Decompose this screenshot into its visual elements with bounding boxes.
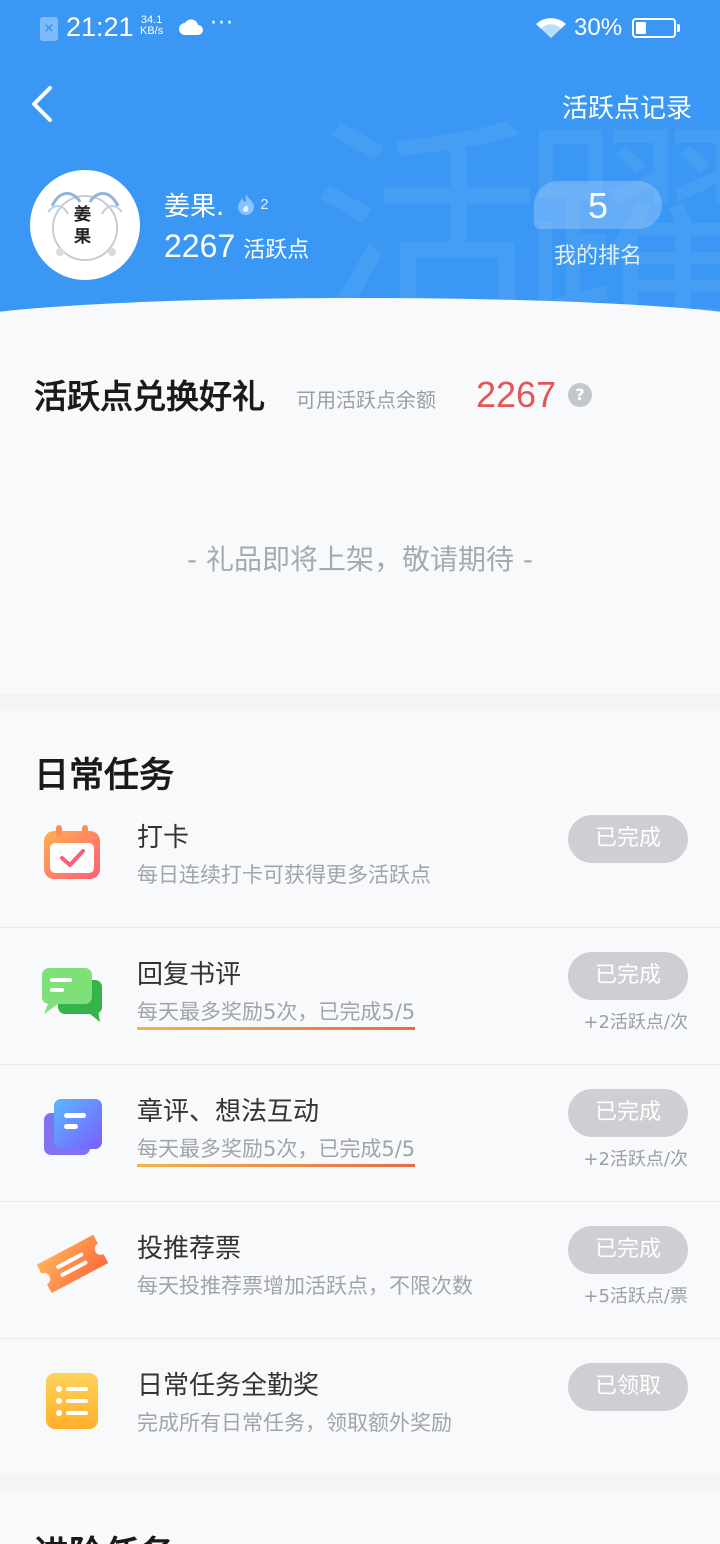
- exchange-section: 活跃点兑换好礼 可用活跃点余额 2267 ? - 礼品即将上架，敬请期待 -: [0, 330, 720, 694]
- task-desc: 每天最多奖励5次，已完成5/5: [137, 996, 416, 1030]
- task-reward: +2活跃点/次: [583, 1012, 688, 1033]
- user-level: 2: [260, 196, 269, 213]
- header-curve: [0, 298, 720, 330]
- advanced-tasks-section: 进阶任务: [0, 1492, 720, 1544]
- task-desc: 完成所有日常任务，领取额外奖励: [137, 1411, 452, 1435]
- task-desc: 每天最多奖励5次，已完成5/5: [137, 1133, 416, 1167]
- empty-gifts-text: - 礼品即将上架，敬请期待 -: [186, 543, 533, 576]
- username: 姜果.: [164, 192, 225, 222]
- back-button[interactable]: [24, 82, 64, 126]
- document-stack-icon: [40, 1095, 106, 1161]
- ticket-icon: [34, 1230, 110, 1296]
- task-reward: +2活跃点/次: [583, 1149, 688, 1170]
- exchange-title: 活跃点兑换好礼: [34, 377, 265, 416]
- task-desc: 每天投推荐票增加活跃点，不限次数: [137, 1274, 473, 1298]
- more-dots-icon: ···: [210, 11, 234, 36]
- list-icon: [40, 1369, 106, 1435]
- task-row: 打卡 每日连续打卡可获得更多活跃点 已完成: [0, 791, 720, 928]
- rank-badge[interactable]: 5: [534, 181, 662, 229]
- task-name: 回复书评: [137, 960, 242, 990]
- cloud-icon: [178, 16, 204, 42]
- activity-points: 2267: [164, 228, 236, 264]
- battery-percent: 30%: [574, 14, 623, 41]
- balance-value: 2267: [476, 374, 557, 415]
- username-row: 姜果. 2: [164, 186, 269, 223]
- rank-label: 我的排名: [553, 244, 642, 269]
- status-bar: × 21:21 34.1 KB/s ··· 30%: [0, 0, 720, 58]
- balance-label: 可用活跃点余额: [296, 388, 436, 412]
- wifi-icon: [534, 16, 568, 44]
- points-row: 2267 活跃点: [164, 228, 309, 265]
- activity-points-unit: 活跃点: [243, 238, 310, 263]
- task-name: 日常任务全勤奖: [137, 1371, 320, 1401]
- avatar-text: 姜果: [74, 205, 91, 247]
- fire-icon: [236, 193, 256, 219]
- battery-icon: [632, 18, 680, 38]
- task-status-button[interactable]: 已领取: [568, 1363, 688, 1411]
- task-name: 打卡: [137, 823, 190, 853]
- task-row: 日常任务全勤奖 完成所有日常任务，领取额外奖励 已领取: [0, 1339, 720, 1475]
- advanced-tasks-title: 进阶任务: [34, 1526, 174, 1544]
- activity-record-link[interactable]: 活跃点记录: [562, 88, 692, 125]
- task-reward: +5活跃点/票: [583, 1286, 688, 1307]
- help-icon[interactable]: ?: [568, 383, 592, 407]
- chevron-left-icon: [32, 86, 52, 122]
- calendar-check-icon: [40, 821, 106, 887]
- task-row: 回复书评 每天最多奖励5次，已完成5/5 已完成 +2活跃点/次: [0, 928, 720, 1065]
- task-row: 投推荐票 每天投推荐票增加活跃点，不限次数 已完成 +5活跃点/票: [0, 1202, 720, 1339]
- daily-tasks-section: 日常任务 打卡 每日连续打卡可获得更多活跃点 已完成 回复书评 每天最多奖励5次…: [0, 711, 720, 1475]
- task-desc: 每日连续打卡可获得更多活跃点: [137, 863, 431, 887]
- task-name: 投推荐票: [137, 1234, 242, 1264]
- task-status-button[interactable]: 已完成: [568, 1089, 688, 1137]
- task-status-button[interactable]: 已完成: [568, 1226, 688, 1274]
- task-status-button[interactable]: 已完成: [568, 815, 688, 863]
- net-speed: 34.1 KB/s: [140, 15, 163, 37]
- task-name: 章评、想法互动: [137, 1097, 320, 1127]
- status-time: 21:21: [66, 12, 134, 42]
- avatar[interactable]: 姜果: [30, 170, 140, 280]
- task-row: 章评、想法互动 每天最多奖励5次，已完成5/5 已完成 +2活跃点/次: [0, 1065, 720, 1202]
- header: 活躍 × 21:21 34.1 KB/s ··· 30% 活跃点记录 姜果 姜果…: [0, 0, 720, 330]
- chat-bubbles-icon: [40, 958, 106, 1024]
- task-status-button[interactable]: 已完成: [568, 952, 688, 1000]
- net-speed-unit: KB/s: [140, 25, 164, 37]
- sim-icon: ×: [40, 17, 58, 41]
